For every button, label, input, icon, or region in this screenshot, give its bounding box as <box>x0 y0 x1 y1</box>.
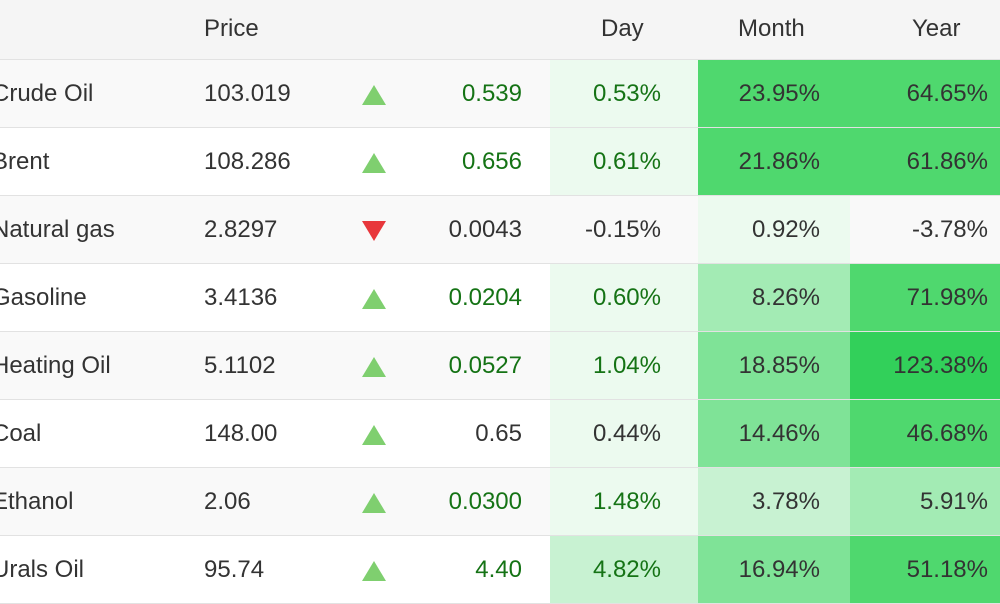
table-row[interactable]: Gasoline 3.4136 0.0204 0.60% 8.26% 71.98% <box>0 264 1000 332</box>
triangle-up-icon <box>362 84 386 105</box>
triangle-up-icon <box>362 288 386 309</box>
month-percent: 23.95% <box>698 60 850 127</box>
change-direction-cell <box>352 60 396 127</box>
year-percent: 46.68% <box>850 400 1000 467</box>
price-column-header[interactable]: Price <box>204 0 259 59</box>
day-percent: 0.61% <box>550 128 698 195</box>
year-percent: 61.86% <box>850 128 1000 195</box>
table-row[interactable]: Brent 108.286 0.656 0.61% 21.86% 61.86% <box>0 128 1000 196</box>
month-percent: 3.78% <box>698 468 850 535</box>
change-value: 0.0300 <box>448 488 522 515</box>
year-column-header[interactable]: Year <box>912 0 961 59</box>
price-value: 103.019 <box>204 80 291 107</box>
day-column-header[interactable]: Day <box>601 0 644 59</box>
change-direction-cell <box>352 196 396 263</box>
day-percent: 1.04% <box>550 332 698 399</box>
commodities-table: Price Day Month Year Crude Oil 103.019 0.5… <box>0 0 1000 604</box>
month-percent: 16.94% <box>698 536 850 603</box>
triangle-up-icon <box>362 356 386 377</box>
day-percent: 4.82% <box>550 536 698 603</box>
change-value: 0.539 <box>461 80 522 107</box>
commodity-name-link[interactable]: Urals Oil <box>0 536 182 603</box>
table-row[interactable]: Crude Oil 103.019 0.539 0.53% 23.95% 64.65% <box>0 60 1000 128</box>
change-value: 0.65 <box>475 420 522 447</box>
change-direction-cell <box>352 332 396 399</box>
table-header: Price Day Month Year <box>0 0 1000 60</box>
month-percent: 0.92% <box>698 196 850 263</box>
triangle-down-icon <box>362 220 386 241</box>
change-direction-cell <box>352 128 396 195</box>
change-value: 4.40 <box>475 556 522 583</box>
year-percent: 5.91% <box>850 468 1000 535</box>
year-percent: 123.38% <box>850 332 1000 399</box>
price-value: 2.8297 <box>204 216 278 243</box>
day-percent: 0.44% <box>550 400 698 467</box>
year-percent: 64.65% <box>850 60 1000 127</box>
change-direction-cell <box>352 264 396 331</box>
day-percent: -0.15% <box>584 216 661 243</box>
day-percent: 1.48% <box>550 468 698 535</box>
commodity-name-link[interactable]: Coal <box>0 400 182 467</box>
day-percent: 0.53% <box>550 60 698 127</box>
price-value: 3.4136 <box>204 284 278 311</box>
change-value: 0.0043 <box>448 216 522 243</box>
change-value: 0.656 <box>461 148 522 175</box>
commodity-name-link[interactable]: Heating Oil <box>0 332 182 399</box>
commodity-name-link[interactable]: Natural gas <box>0 196 182 263</box>
price-value: 5.1102 <box>204 352 276 379</box>
triangle-up-icon <box>362 152 386 173</box>
triangle-up-icon <box>362 560 386 581</box>
table-row[interactable]: Ethanol 2.06 0.0300 1.48% 3.78% 5.91% <box>0 468 1000 536</box>
change-direction-cell <box>352 400 396 467</box>
change-direction-cell <box>352 468 396 535</box>
year-percent: 51.18% <box>850 536 1000 603</box>
table-row[interactable]: Natural gas 2.8297 0.0043 -0.15% 0.92% -3.78% <box>0 196 1000 264</box>
price-value: 2.06 <box>204 488 251 515</box>
commodity-name-link[interactable]: Brent <box>0 128 182 195</box>
commodity-name-link[interactable]: Ethanol <box>0 468 182 535</box>
month-column-header[interactable]: Month <box>738 0 805 59</box>
month-percent: 14.46% <box>698 400 850 467</box>
price-value: 108.286 <box>204 148 291 175</box>
year-percent: 71.98% <box>850 264 1000 331</box>
price-value: 95.74 <box>204 556 265 583</box>
table-row[interactable]: Coal 148.00 0.65 0.44% 14.46% 46.68% <box>0 400 1000 468</box>
change-direction-cell <box>352 536 396 603</box>
commodity-name-link[interactable]: Gasoline <box>0 264 182 331</box>
table-row[interactable]: Heating Oil 5.1102 0.0527 1.04% 18.85% 123.38… <box>0 332 1000 400</box>
month-percent: 8.26% <box>698 264 850 331</box>
commodity-name-link[interactable]: Crude Oil <box>0 60 182 127</box>
change-value: 0.0527 <box>448 352 522 379</box>
triangle-up-icon <box>362 424 386 445</box>
table-row[interactable]: Urals Oil 95.74 4.40 4.82% 16.94% 51.18% <box>0 536 1000 604</box>
day-percent: 0.60% <box>550 264 698 331</box>
triangle-up-icon <box>362 492 386 513</box>
month-percent: 18.85% <box>698 332 850 399</box>
change-value: 0.0204 <box>448 284 522 311</box>
price-value: 148.00 <box>204 420 278 447</box>
year-percent: -3.78% <box>911 216 988 243</box>
month-percent: 21.86% <box>698 128 850 195</box>
